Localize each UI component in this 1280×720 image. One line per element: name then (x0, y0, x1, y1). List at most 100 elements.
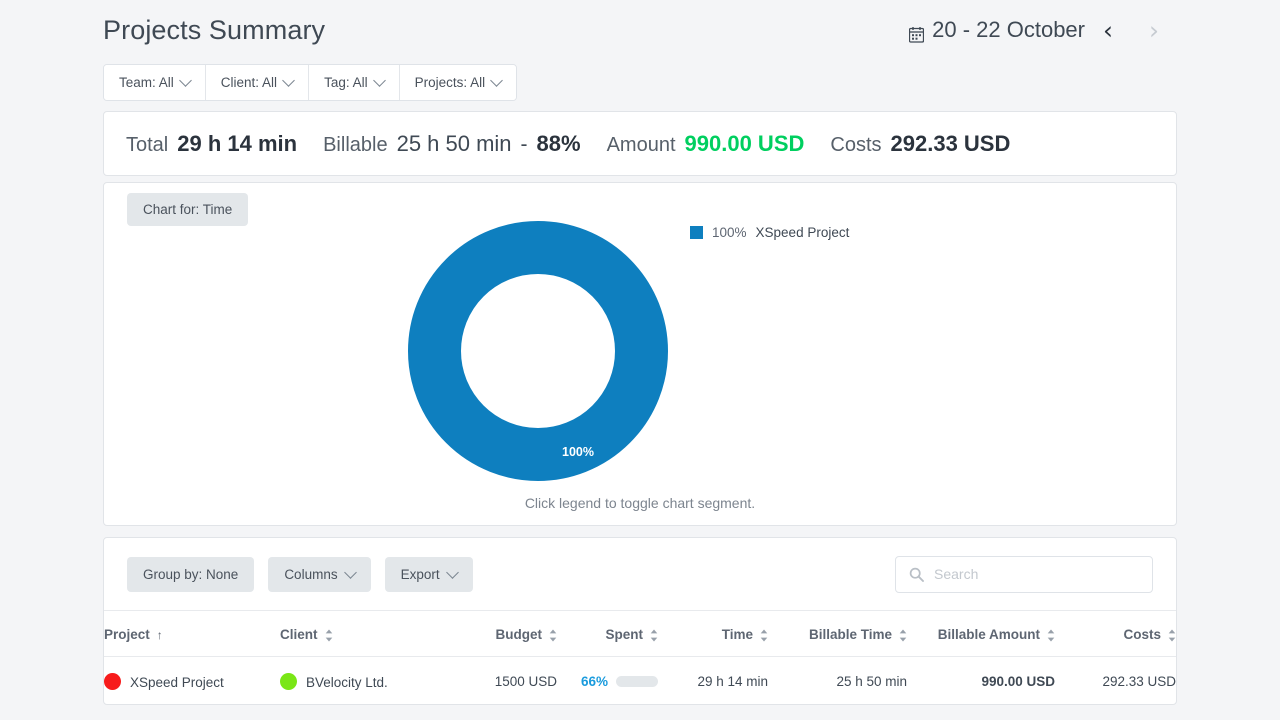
columns-label: Columns (284, 567, 337, 582)
projects-table: Project ↑ Client (104, 611, 1176, 706)
column-header-billable-time[interactable]: Billable Time (768, 611, 907, 657)
table-card: Group by: None Columns Export (103, 537, 1177, 705)
summary-costs-label: Costs (830, 134, 881, 157)
sort-icon (760, 629, 768, 642)
filter-projects[interactable]: Projects: All (400, 65, 517, 100)
search-box[interactable] (895, 556, 1153, 593)
column-label-spent: Spent (605, 627, 643, 642)
chevron-down-icon (282, 74, 295, 87)
column-label-billable-time: Billable Time (809, 627, 892, 642)
sort-asc-icon: ↑ (157, 628, 163, 642)
cell-billable-amount: 990.00 USD (907, 657, 1055, 707)
column-label-billable-amount: Billable Amount (938, 627, 1040, 642)
export-button[interactable]: Export (385, 557, 473, 592)
column-label-project: Project (104, 627, 150, 642)
chevron-down-icon (373, 74, 386, 87)
cell-billable-time[interactable]: 25 h 50 min (768, 657, 907, 707)
cell-time[interactable]: 29 h 14 min (658, 657, 768, 707)
filter-team-label: Team: All (119, 75, 174, 90)
sort-icon (325, 629, 333, 642)
column-header-spent[interactable]: Spent (557, 611, 658, 657)
donut-segment-label: 100% (538, 445, 618, 459)
chevron-down-icon (179, 74, 192, 87)
sort-icon (549, 629, 557, 642)
project-color-dot (104, 673, 121, 690)
sort-icon (1168, 629, 1176, 642)
search-input[interactable] (932, 558, 1152, 591)
summary-amount: Amount 990.00 USD (607, 131, 805, 157)
page-header: Projects Summary 20 - (103, 0, 1177, 60)
projects-summary-page: Projects Summary 20 - (0, 0, 1280, 720)
column-header-time[interactable]: Time (658, 611, 768, 657)
column-header-billable-amount[interactable]: Billable Amount (907, 611, 1055, 657)
date-navigator: 20 - 22 October ‹ › (909, 17, 1177, 43)
export-label: Export (401, 567, 440, 582)
sort-icon (1047, 629, 1055, 642)
previous-period-button[interactable]: ‹ (1085, 18, 1131, 43)
summary-total: Total 29 h 14 min (126, 131, 297, 157)
cell-spent: 66% (557, 657, 658, 707)
chart-card: Chart for: Time 100% 100% XSpeed Project… (103, 182, 1177, 526)
chevron-down-icon (344, 566, 357, 579)
sort-icon (650, 629, 658, 642)
summary-amount-value: 990.00 USD (685, 131, 805, 157)
table-header: Project ↑ Client (104, 611, 1176, 657)
column-label-time: Time (722, 627, 753, 642)
page-title: Projects Summary (103, 15, 325, 46)
next-period-button[interactable]: › (1131, 18, 1177, 43)
column-label-costs: Costs (1123, 627, 1161, 642)
filter-client-label: Client: All (221, 75, 277, 90)
group-by-label: Group by: None (143, 567, 238, 582)
client-name: BVelocity Ltd. (306, 675, 388, 690)
summary-costs: Costs 292.33 USD (830, 131, 1010, 157)
summary-total-value: 29 h 14 min (177, 131, 297, 157)
cell-client: BVelocity Ltd. (280, 657, 444, 707)
filter-client[interactable]: Client: All (206, 65, 309, 100)
column-label-client: Client (280, 627, 318, 642)
donut-chart (104, 183, 1176, 525)
spent-progress-bar (616, 676, 658, 687)
search-icon (909, 567, 924, 587)
filter-bar: Team: All Client: All Tag: All Projects:… (103, 64, 517, 101)
filter-team[interactable]: Team: All (104, 65, 206, 100)
column-header-costs[interactable]: Costs (1055, 611, 1176, 657)
chart-legend-item-0[interactable]: 100% XSpeed Project (690, 225, 849, 240)
group-by-button[interactable]: Group by: None (127, 557, 254, 592)
table-header-row: Project ↑ Client (104, 611, 1176, 657)
summary-billable-label: Billable (323, 134, 387, 157)
summary-amount-label: Amount (607, 134, 676, 157)
calendar-icon (909, 23, 924, 39)
column-label-budget: Budget (496, 627, 543, 642)
spent-percent: 66% (581, 674, 608, 689)
filter-tag[interactable]: Tag: All (309, 65, 400, 100)
project-name[interactable]: XSpeed Project (130, 675, 224, 690)
chart-for-button[interactable]: Chart for: Time (127, 193, 248, 226)
chevron-down-icon (446, 566, 459, 579)
date-range-picker[interactable]: 20 - 22 October (909, 17, 1085, 43)
client-color-dot (280, 673, 297, 690)
summary-billable-value: 25 h 50 min (397, 131, 512, 157)
summary-card: Total 29 h 14 min Billable 25 h 50 min -… (103, 111, 1177, 176)
legend-label: XSpeed Project (756, 225, 850, 240)
filter-tag-label: Tag: All (324, 75, 368, 90)
table-body: XSpeed Project BVelocity Ltd. 1500 USD 6… (104, 657, 1176, 707)
legend-color-swatch (690, 226, 703, 239)
summary-row: Total 29 h 14 min Billable 25 h 50 min -… (104, 112, 1176, 175)
cell-costs: 292.33 USD (1055, 657, 1176, 707)
column-header-budget[interactable]: Budget (444, 611, 557, 657)
summary-billable-separator: - (521, 133, 528, 157)
summary-billable: Billable 25 h 50 min - 88% (323, 131, 581, 157)
cell-project: XSpeed Project (104, 657, 280, 707)
cell-budget: 1500 USD (444, 657, 557, 707)
summary-billable-percent: 88% (537, 131, 581, 157)
table-toolbar: Group by: None Columns Export (104, 538, 1176, 611)
sort-icon (899, 629, 907, 642)
chart-hint-text: Click legend to toggle chart segment. (104, 495, 1176, 511)
summary-total-label: Total (126, 134, 168, 157)
table-row[interactable]: XSpeed Project BVelocity Ltd. 1500 USD 6… (104, 657, 1176, 707)
column-header-project[interactable]: Project ↑ (104, 611, 280, 657)
filter-projects-label: Projects: All (415, 75, 486, 90)
legend-percent: 100% (712, 225, 747, 240)
columns-button[interactable]: Columns (268, 557, 370, 592)
column-header-client[interactable]: Client (280, 611, 444, 657)
